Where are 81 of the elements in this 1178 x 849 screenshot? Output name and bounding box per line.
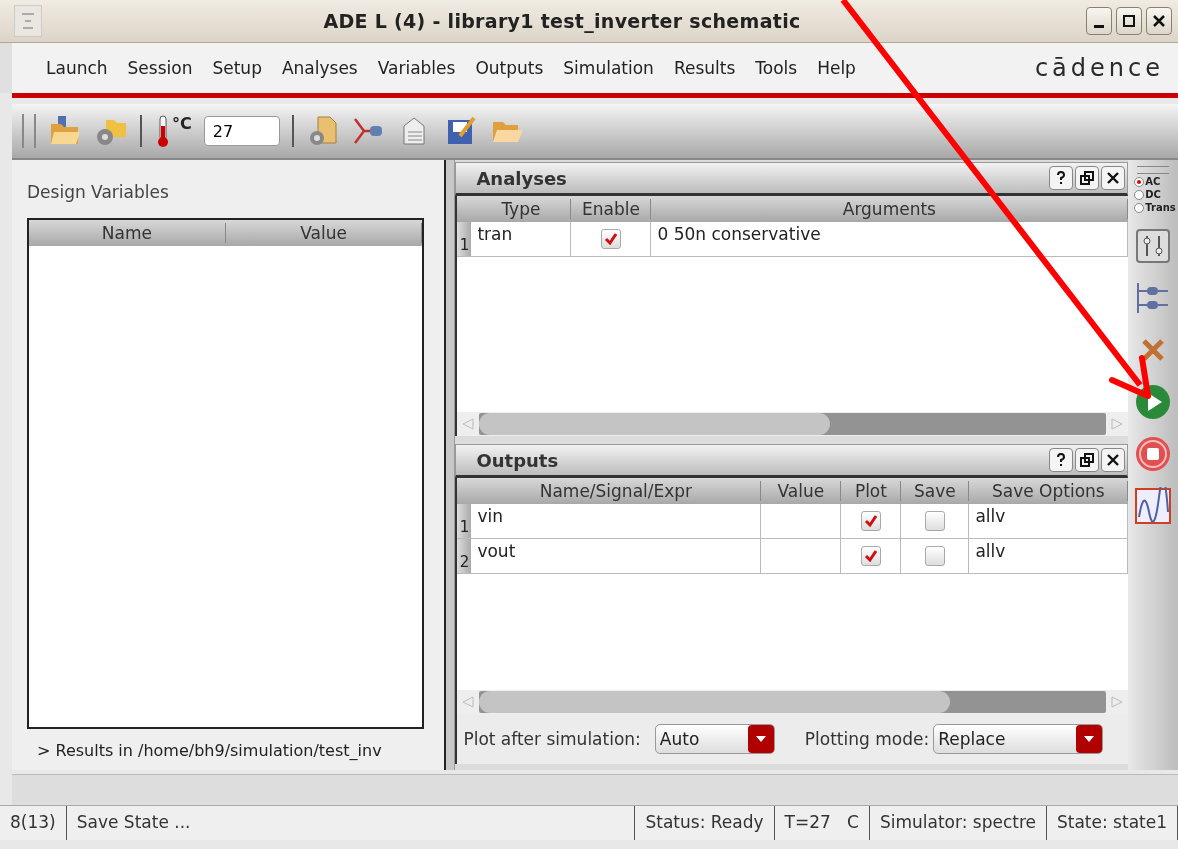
column-header[interactable]: Save <box>901 481 970 501</box>
panel-title: Design Variables <box>27 182 170 202</box>
close-button[interactable] <box>1146 7 1172 35</box>
table-cell: tran <box>471 222 572 256</box>
close-button[interactable] <box>1101 166 1126 190</box>
close-icon <box>1152 14 1166 28</box>
menu-item[interactable]: Results <box>663 58 746 78</box>
maximize-icon <box>1122 14 1136 28</box>
plot-after-dropdown[interactable]: Auto <box>654 724 775 754</box>
restore-icon <box>1079 170 1096 186</box>
checkbox[interactable] <box>600 229 621 249</box>
menu-item[interactable]: Simulation <box>553 58 664 78</box>
status-text: Status: Ready <box>635 806 775 840</box>
menu-item[interactable]: Tools <box>745 58 808 78</box>
status-text: Save State ... <box>66 806 636 840</box>
checkbox[interactable] <box>860 511 881 531</box>
analysis-radio[interactable]: Trans <box>1134 202 1176 213</box>
menu-item[interactable]: Outputs <box>465 58 554 78</box>
horizontal-scrollbar[interactable] <box>457 690 1129 714</box>
close-button[interactable] <box>1101 448 1126 472</box>
row-number: 2 <box>457 539 472 573</box>
run-icon[interactable] <box>1134 383 1173 421</box>
panel-title: Outputs <box>476 449 560 471</box>
close-icon <box>1105 452 1122 468</box>
minimize-button[interactable] <box>1086 7 1112 35</box>
maximize-button[interactable] <box>1116 7 1142 35</box>
sliders-icon[interactable] <box>1134 227 1173 265</box>
analysis-radio[interactable]: AC <box>1134 176 1161 187</box>
column-header[interactable]: Name <box>29 223 226 243</box>
temperature-unit: °C <box>172 114 192 133</box>
splitter[interactable] <box>446 160 456 770</box>
menu-item[interactable]: Help <box>807 58 866 78</box>
grip-icon[interactable] <box>22 114 36 148</box>
dropdown-arrow-icon <box>1083 735 1096 743</box>
menu-item[interactable]: Session <box>117 58 203 78</box>
restore-icon <box>1079 452 1096 468</box>
menu-item[interactable]: Launch <box>36 58 118 78</box>
horizontal-scrollbar[interactable] <box>12 774 1178 805</box>
field-label: Plot after simulation: <box>463 729 641 749</box>
app-icon <box>14 5 42 37</box>
temperature-field[interactable]: 27 <box>203 116 280 146</box>
row-number: 1 <box>457 504 472 538</box>
horizontal-scrollbar[interactable] <box>457 412 1129 436</box>
scrollbar-thumb[interactable] <box>479 413 831 435</box>
plotting-mode-dropdown[interactable]: Replace <box>933 724 1104 754</box>
checkbox[interactable] <box>924 511 945 531</box>
stop-icon[interactable] <box>1134 435 1173 473</box>
column-header[interactable]: Enable <box>571 199 652 219</box>
row-number: 1 <box>457 222 472 256</box>
logo: cādence <box>1034 54 1164 82</box>
menu-item[interactable]: Analyses <box>271 58 368 78</box>
column-header[interactable]: Plot <box>841 481 902 501</box>
restore-button[interactable] <box>1075 166 1100 190</box>
status-text: 8(13) <box>0 806 67 840</box>
status-text: State: state1 <box>1047 806 1178 840</box>
waveform-icon[interactable] <box>1134 487 1173 525</box>
column-header[interactable]: Value <box>761 481 842 501</box>
column-header[interactable]: Type <box>471 199 572 219</box>
checkbox[interactable] <box>860 546 881 566</box>
column-header[interactable]: Name/Signal/Expr <box>471 481 762 501</box>
table-cell: vout <box>471 539 762 573</box>
status-text: T=27 C <box>774 806 870 840</box>
field-label: Plotting mode: <box>804 729 930 749</box>
close-icon <box>1105 170 1122 186</box>
restore-button[interactable] <box>1075 448 1100 472</box>
results-path: > Results in /home/bh9/simulation/test_inv <box>36 740 383 762</box>
status-text: Simulator: spectre <box>869 806 1047 840</box>
window-title: ADE L (4) - library1 test_inverter schematic <box>322 10 802 32</box>
analysis-radio[interactable]: DC <box>1134 189 1161 200</box>
checkbox[interactable] <box>924 546 945 566</box>
help-button[interactable] <box>1049 448 1074 472</box>
panel-title: Analyses <box>476 167 568 189</box>
grip-icon[interactable] <box>1137 166 1170 174</box>
scrollbar-thumb[interactable] <box>479 691 950 713</box>
column-header[interactable]: Value <box>225 223 423 243</box>
minimize-icon <box>1094 24 1104 28</box>
help-button[interactable] <box>1049 166 1074 190</box>
menu-item[interactable]: Setup <box>202 58 272 78</box>
table-cell: vin <box>471 504 762 538</box>
dropdown-arrow-icon <box>754 735 767 743</box>
menu-item[interactable]: Variables <box>367 58 466 78</box>
